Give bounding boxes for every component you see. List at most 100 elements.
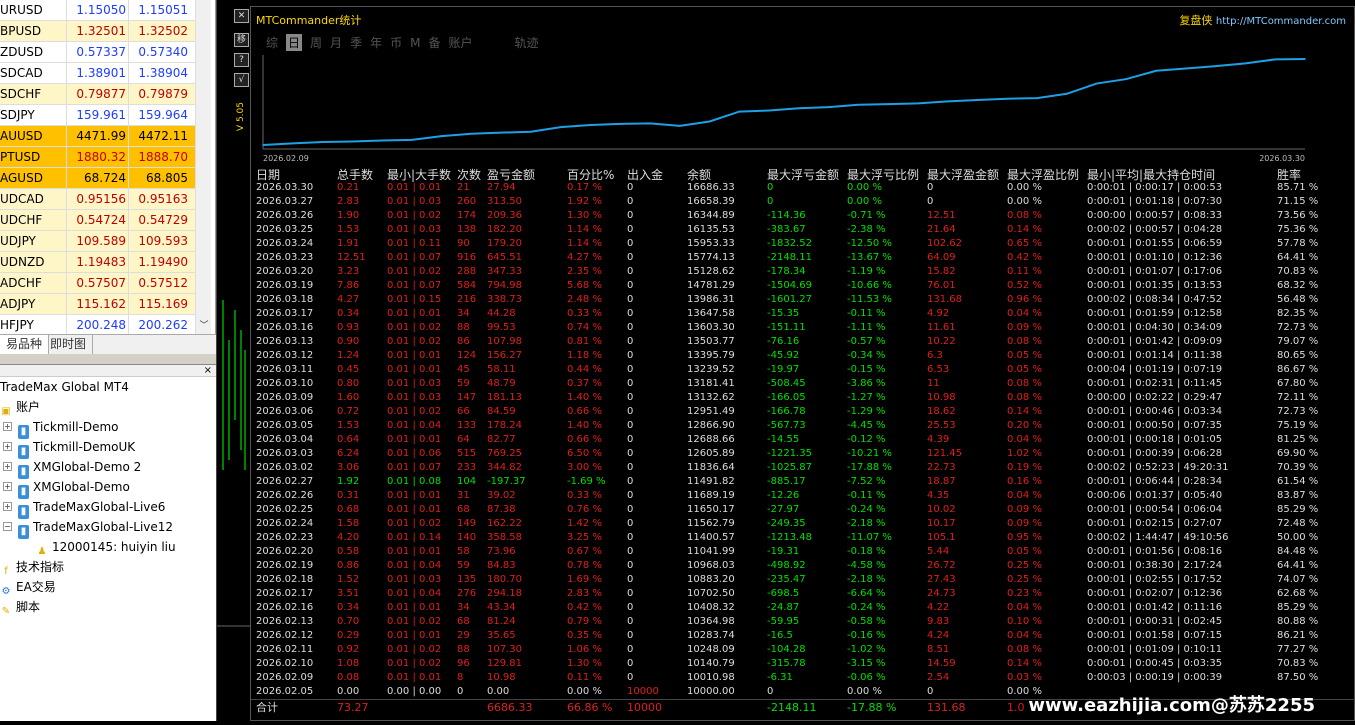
market-watch-scrollbar[interactable]: ﹀ <box>195 0 211 334</box>
table-cell: 0.01 | 0.03 <box>387 391 441 405</box>
table-cell: 15953.33 <box>687 237 735 251</box>
expand-icon[interactable]: − <box>3 522 12 531</box>
table-cell: 0.19 % <box>1007 461 1042 475</box>
pane-splitter[interactable] <box>0 354 216 364</box>
navigator-root[interactable]: TradeMax Global MT4 <box>0 377 129 397</box>
table-cell: 0 <box>627 643 633 657</box>
tab-symbols[interactable]: 易品种 <box>0 335 49 354</box>
table-cell: 0:00:01 | 0:00:45 | 0:03:35 <box>1087 657 1222 671</box>
table-cell: 2026.03.17 <box>256 307 313 321</box>
table-cell: 2026.03.10 <box>256 377 313 391</box>
table-cell: 61.54 % <box>1277 475 1318 489</box>
account-item[interactable]: ▮TradeMaxGlobal-Live12 <box>18 517 173 537</box>
quote-row[interactable]: SDJPY159.961159.964 <box>0 105 195 126</box>
divider <box>128 168 129 189</box>
brand-url[interactable]: http://MTCommander.com <box>1216 16 1346 27</box>
table-cell: 1.53 <box>337 223 359 237</box>
account-item[interactable]: ▮TradeMaxGlobal-Live6 <box>18 497 165 517</box>
balance-point <box>768 110 770 112</box>
table-cell: 2.54 <box>927 671 949 685</box>
table-cell: 3.51 <box>337 587 359 601</box>
quote-row[interactable]: ADJPY115.162115.169 <box>0 294 195 315</box>
navigator-scripts[interactable]: ✎脚本 <box>0 597 40 617</box>
table-cell: 0.01 | 0.02 <box>387 657 441 671</box>
menu-item[interactable]: M <box>410 36 420 50</box>
quote-row[interactable]: URUSD1.150501.15051 <box>0 0 195 21</box>
table-cell: 6.53 <box>927 363 949 377</box>
navigator-indicators[interactable]: f技术指标 <box>0 557 64 577</box>
account-item[interactable]: ▮XMGlobal-Demo 2 <box>18 457 141 477</box>
table-cell: 6.3 <box>927 349 943 363</box>
table-cell: 82.35 % <box>1277 307 1318 321</box>
expand-icon[interactable]: + <box>3 482 12 491</box>
table-cell: 87.38 <box>487 503 516 517</box>
ea-label: EA交易 <box>16 580 56 594</box>
table-cell: 3.25 % <box>567 531 602 545</box>
account-item[interactable]: ▮XMGlobal-Demo <box>18 477 130 497</box>
ask-price: 0.57512 <box>128 276 190 290</box>
table-cell: 0 <box>627 433 633 447</box>
table-cell: 80.65 % <box>1277 349 1318 363</box>
expand-icon[interactable]: + <box>3 502 12 511</box>
quote-row[interactable]: SDCAD1.389011.38904 <box>0 63 195 84</box>
balance-point <box>709 121 711 123</box>
account-item[interactable]: ▮Tickmill-Demo <box>18 417 119 437</box>
quote-row[interactable]: AGUSD68.72468.805 <box>0 168 195 189</box>
expand-icon[interactable]: + <box>3 442 12 451</box>
table-row: 2026.02.101.080.01 | 0.0296129.811.30 %0… <box>251 657 1355 671</box>
table-cell: 0.14 % <box>1007 657 1042 671</box>
table-cell: -27.97 <box>767 503 799 517</box>
quote-row[interactable]: ZDUSD0.573370.57340 <box>0 42 195 63</box>
navigator-accounts[interactable]: ▣账户 <box>0 397 40 417</box>
quote-row[interactable]: SDCHF0.798770.79879 <box>0 84 195 105</box>
quote-row[interactable]: BPUSD1.325011.32502 <box>0 21 195 42</box>
divider <box>128 0 129 21</box>
table-cell: 72.73 % <box>1277 321 1318 335</box>
quote-row[interactable]: PTUSD1880.321888.70 <box>0 147 195 168</box>
scroll-down-icon[interactable]: ﹀ <box>196 318 212 332</box>
table-cell: 209.36 <box>487 209 522 223</box>
quote-row[interactable]: ADCHF0.575070.57512 <box>0 273 195 294</box>
sub-account[interactable]: ♟12000145: huiyin liu <box>36 537 176 557</box>
table-cell: -0.24 % <box>847 503 886 517</box>
table-cell: 64 <box>457 433 470 447</box>
table-cell: -6.31 <box>767 671 793 685</box>
account-item[interactable]: ▮Tickmill-DemoUK <box>18 437 135 457</box>
table-cell: 0 <box>767 685 773 699</box>
table-cell: 70.83 % <box>1277 657 1318 671</box>
account-label: Tickmill-DemoUK <box>33 440 135 454</box>
table-cell: 0.95 % <box>1007 531 1042 545</box>
quote-row[interactable]: UDCAD0.951560.95163 <box>0 189 195 210</box>
quote-row[interactable]: UDJPY109.589109.593 <box>0 231 195 252</box>
tab-tick-chart[interactable]: 即时图 <box>44 335 93 354</box>
quote-row[interactable]: UDNZD1.194831.19490 <box>0 252 195 273</box>
check-button[interactable]: √ <box>234 73 249 87</box>
table-row: 2026.02.241.580.01 | 0.02149162.221.42 %… <box>251 517 1355 531</box>
table-cell: 2026.02.17 <box>256 587 313 601</box>
close-icon[interactable]: × <box>204 365 212 376</box>
table-row: 2026.02.160.340.01 | 0.013443.340.42 %01… <box>251 601 1355 615</box>
expand-icon[interactable]: + <box>3 422 12 431</box>
quote-row[interactable]: UDCHF0.547240.54729 <box>0 210 195 231</box>
table-cell: 0 <box>627 363 633 377</box>
table-cell: -12.50 % <box>847 237 892 251</box>
divider <box>128 84 129 105</box>
table-cell: 0.01 | 0.04 <box>387 559 441 573</box>
table-cell: 0.01 | 0.01 <box>387 503 441 517</box>
close-panel-button[interactable]: ✕ <box>234 9 249 23</box>
balance-point <box>1066 93 1068 95</box>
table-cell: 0.08 % <box>1007 209 1042 223</box>
help-button[interactable]: ? <box>234 53 249 67</box>
expand-icon[interactable]: + <box>3 462 12 471</box>
table-cell: 0:00:01 | 0:01:56 | 0:08:16 <box>1087 545 1222 559</box>
navigator-ea[interactable]: ⚙EA交易 <box>0 577 56 597</box>
balance-point <box>917 103 919 105</box>
balance-point <box>262 144 264 146</box>
quote-row[interactable]: AUUSD4471.994472.11 <box>0 126 195 147</box>
balance-point <box>828 106 830 108</box>
table-cell: 2026.03.12 <box>256 349 313 363</box>
bid-price: 1.32501 <box>66 24 128 38</box>
move-button[interactable]: 移 <box>234 33 249 47</box>
quote-row[interactable]: HFJPY200.248200.262 <box>0 315 195 336</box>
table-cell: 0.14 % <box>1007 405 1042 419</box>
